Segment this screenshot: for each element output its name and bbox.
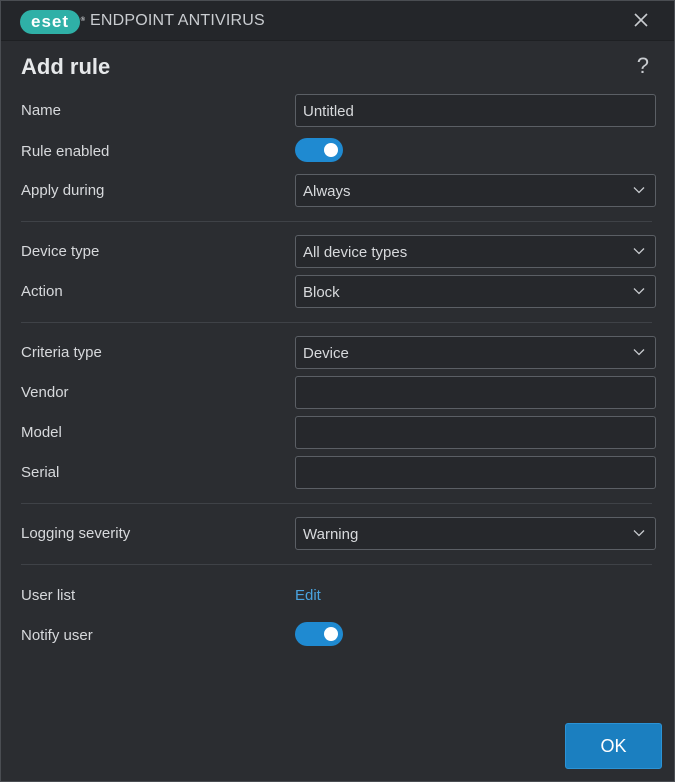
user-list-row: User list Edit xyxy=(21,579,656,612)
logo-text: eset xyxy=(30,12,70,31)
chevron-down-icon xyxy=(633,187,645,194)
title-bar: eset ® ENDPOINT ANTIVIRUS xyxy=(1,1,674,41)
chevron-down-icon xyxy=(633,288,645,295)
user-list-edit-link[interactable]: Edit xyxy=(295,587,321,604)
logo-registered-mark: ® xyxy=(80,17,86,23)
logging-severity-label: Logging severity xyxy=(21,525,131,542)
action-value: Block xyxy=(303,284,340,301)
section-divider xyxy=(21,221,652,222)
section-divider xyxy=(21,564,652,565)
device-type-label: Device type xyxy=(21,243,100,260)
notify-user-label: Notify user xyxy=(21,627,93,644)
logging-severity-value: Warning xyxy=(303,526,359,543)
criteria-type-row: Criteria type Device xyxy=(21,336,656,369)
vendor-label: Vendor xyxy=(21,384,69,401)
apply-during-value: Always xyxy=(303,183,351,200)
rule-enabled-row: Rule enabled xyxy=(21,136,656,169)
apply-during-dropdown[interactable]: Always xyxy=(295,174,656,207)
apply-during-row: Apply during Always xyxy=(21,174,656,207)
eset-logo: eset ® xyxy=(20,10,85,34)
model-label: Model xyxy=(21,424,62,441)
criteria-type-dropdown[interactable]: Device xyxy=(295,336,656,369)
criteria-type-label: Criteria type xyxy=(21,344,102,361)
toggle-knob xyxy=(324,143,338,157)
chevron-down-icon xyxy=(633,530,645,537)
device-type-value: All device types xyxy=(303,244,408,261)
action-row: Action Block xyxy=(21,275,656,308)
notify-user-row: Notify user xyxy=(21,620,656,653)
model-input[interactable] xyxy=(295,416,656,449)
serial-label: Serial xyxy=(21,464,60,481)
name-row: Name Untitled xyxy=(21,94,656,127)
logging-severity-row: Logging severity Warning xyxy=(21,517,656,550)
device-type-row: Device type All device types xyxy=(21,235,656,268)
chevron-down-icon xyxy=(633,349,645,356)
action-dropdown[interactable]: Block xyxy=(295,275,656,308)
chevron-down-icon xyxy=(633,248,645,255)
help-button[interactable]: ? xyxy=(637,53,649,79)
logging-severity-dropdown[interactable]: Warning xyxy=(295,517,656,550)
section-divider xyxy=(21,322,652,323)
action-label: Action xyxy=(21,283,63,300)
notify-user-toggle[interactable] xyxy=(295,622,343,646)
close-button[interactable] xyxy=(630,9,652,31)
toggle-knob xyxy=(324,627,338,641)
vendor-row: Vendor xyxy=(21,376,656,409)
rule-enabled-toggle[interactable] xyxy=(295,138,343,162)
serial-row: Serial xyxy=(21,456,656,489)
app-title: ENDPOINT ANTIVIRUS xyxy=(90,12,265,29)
vendor-input[interactable] xyxy=(295,376,656,409)
name-label: Name xyxy=(21,102,62,119)
name-value: Untitled xyxy=(303,103,354,120)
criteria-type-value: Device xyxy=(303,345,349,362)
device-type-dropdown[interactable]: All device types xyxy=(295,235,656,268)
add-rule-dialog: eset ® ENDPOINT ANTIVIRUS Add rule ? Name… xyxy=(0,0,675,782)
dialog-title: Add rule xyxy=(21,54,111,79)
section-divider xyxy=(21,503,652,504)
user-list-label: User list xyxy=(21,587,76,604)
name-input[interactable]: Untitled xyxy=(295,94,656,127)
serial-input[interactable] xyxy=(295,456,656,489)
rule-enabled-label: Rule enabled xyxy=(21,143,110,160)
apply-during-label: Apply during xyxy=(21,182,105,199)
close-icon xyxy=(634,13,648,27)
model-row: Model xyxy=(21,416,656,449)
ok-button[interactable]: OK xyxy=(565,723,662,769)
